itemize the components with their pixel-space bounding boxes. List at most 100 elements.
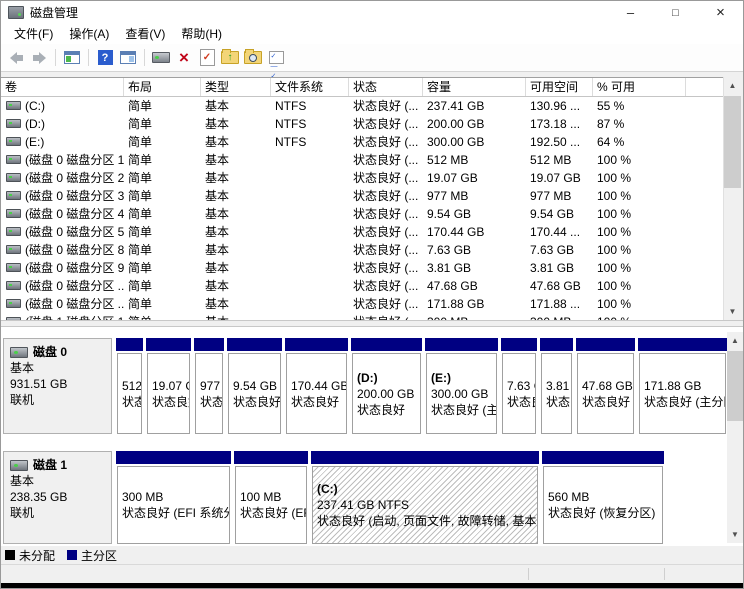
partition[interactable]: 3.81 GB状态良好 (540, 338, 573, 434)
partition-size: 100 MB (240, 489, 306, 505)
cell-name: (磁盘 0 磁盘分区 1) (1, 151, 124, 169)
table-row[interactable]: (磁盘 1 磁盘分区 1)简单基本状态良好 (...300 MB300 MB10… (1, 313, 723, 320)
disk-label-panel[interactable]: 磁盘 1基本238.35 GB联机 (3, 451, 112, 544)
partition-type-band (576, 338, 635, 351)
disk-type: 基本 (10, 473, 105, 489)
drive-icon[interactable] (151, 48, 171, 68)
scrollbar-thumb[interactable] (724, 96, 741, 188)
menu-item-3[interactable]: 帮助(H) (173, 24, 230, 44)
partition-size: 200.00 GB (357, 386, 420, 402)
partition[interactable]: 100 MB状态良好 (EFI 系统分区) (234, 451, 308, 544)
disk-label-panel[interactable]: 磁盘 0基本931.51 GB联机 (3, 338, 112, 434)
scroll-down-icon[interactable]: ▼ (724, 303, 741, 320)
column-header-layout[interactable]: 布局 (124, 78, 201, 96)
column-header-capacity[interactable]: 容量 (423, 78, 526, 96)
console-tree-icon[interactable] (62, 48, 82, 68)
maximize-button[interactable]: □ (653, 1, 698, 24)
table-row[interactable]: (磁盘 0 磁盘分区 8)简单基本状态良好 (...7.63 GB7.63 GB… (1, 241, 723, 259)
toolbar-separator (144, 49, 145, 66)
partition[interactable]: 170.44 GB状态良好 (285, 338, 348, 434)
partition[interactable]: (E:)300.00 GB状态良好 (主分区) (425, 338, 498, 434)
volume-table: (C:)简单基本NTFS状态良好 (...237.41 GB130.96 ...… (1, 97, 723, 320)
column-header-type[interactable]: 类型 (201, 78, 271, 96)
partition-type-band (311, 451, 539, 464)
scrollbar-track[interactable] (724, 94, 741, 303)
cell-status: 状态良好 (... (349, 223, 423, 241)
folder-explore-icon[interactable] (243, 48, 263, 68)
cell-layout: 简单 (124, 133, 201, 151)
table-row[interactable]: (磁盘 0 磁盘分区 3)简单基本状态良好 (...977 MB977 MB10… (1, 187, 723, 205)
cell-type: 基本 (201, 223, 271, 241)
partition[interactable]: 47.68 GB状态良好 (576, 338, 635, 434)
cell-layout: 简单 (124, 151, 201, 169)
window-title: 磁盘管理 (30, 4, 78, 21)
table-row[interactable]: (磁盘 0 磁盘分区 9)简单基本状态良好 (...3.81 GB3.81 GB… (1, 259, 723, 277)
cell-free: 300 MB (526, 313, 593, 320)
cell-pct: 100 % (593, 169, 686, 187)
partition[interactable]: (D:)200.00 GB状态良好 (351, 338, 422, 434)
toolbar: ? × ✓ ↑ ✓—✓— (1, 44, 743, 72)
partition[interactable]: 171.88 GB状态良好 (主分区) (638, 338, 727, 434)
menu-item-2[interactable]: 查看(V) (117, 24, 173, 44)
disk-size: 238.35 GB (10, 489, 105, 505)
cell-pct: 100 % (593, 223, 686, 241)
view-checklist-icon[interactable]: ✓—✓— (266, 48, 286, 68)
partition[interactable]: 19.07 GB状态良好 (146, 338, 191, 434)
table-row[interactable]: (磁盘 0 磁盘分区 2)简单基本状态良好 (...19.07 GB19.07 … (1, 169, 723, 187)
column-header-free[interactable]: 可用空间 (526, 78, 593, 96)
partition-status: 状态良好 (507, 394, 535, 410)
scroll-up-icon[interactable]: ▲ (724, 77, 741, 94)
table-row[interactable]: (磁盘 0 磁盘分区 ...简单基本状态良好 (...171.88 GB171.… (1, 295, 723, 313)
column-header-pct[interactable]: % 可用 (593, 78, 686, 96)
column-header-name[interactable]: 卷 (1, 78, 124, 96)
properties-check-icon[interactable]: ✓ (197, 48, 217, 68)
partition[interactable]: 977 MB状态良好 (194, 338, 224, 434)
menu-item-1[interactable]: 操作(A) (61, 24, 117, 44)
partition[interactable]: (C:)237.41 GB NTFS状态良好 (启动, 页面文件, 故障转储, … (311, 451, 539, 544)
status-divider (528, 568, 529, 580)
pane-splitter[interactable] (1, 320, 743, 327)
cell-pct: 100 % (593, 295, 686, 313)
disk-management-window: 磁盘管理 – □ × 文件(F)操作(A)查看(V)帮助(H) ? × ✓ ↑ … (0, 0, 744, 589)
cell-name: (磁盘 1 磁盘分区 1) (1, 313, 124, 320)
partition[interactable]: 300 MB状态良好 (EFI 系统分区) (116, 451, 231, 544)
table-row[interactable]: (磁盘 0 磁盘分区 4)简单基本状态良好 (...9.54 GB9.54 GB… (1, 205, 723, 223)
disk-icon (10, 347, 28, 358)
table-row[interactable]: (磁盘 0 磁盘分区 5)简单基本状态良好 (...170.44 GB170.4… (1, 223, 723, 241)
legend-item-0: 未分配 (5, 547, 55, 564)
cell-fs (271, 259, 349, 277)
back-icon[interactable] (6, 48, 26, 68)
scroll-down-icon[interactable]: ▼ (727, 526, 743, 543)
column-header-status[interactable]: 状态 (349, 78, 423, 96)
cell-status: 状态良好 (... (349, 133, 423, 151)
table-row[interactable]: (磁盘 0 磁盘分区 1)简单基本状态良好 (...512 MB512 MB10… (1, 151, 723, 169)
volume-table-scrollbar[interactable]: ▲ ▼ (723, 77, 741, 320)
disk-name: 磁盘 1 (33, 457, 67, 473)
cell-fs: NTFS (271, 97, 349, 115)
table-row[interactable]: (C:)简单基本NTFS状态良好 (...237.41 GB130.96 ...… (1, 97, 723, 115)
minimize-button[interactable]: – (608, 1, 653, 24)
forward-icon[interactable] (29, 48, 49, 68)
action-pane-icon[interactable] (118, 48, 138, 68)
cell-layout: 简单 (124, 115, 201, 133)
delete-icon[interactable]: × (174, 48, 194, 68)
table-row[interactable]: (E:)简单基本NTFS状态良好 (...300.00 GB192.50 ...… (1, 133, 723, 151)
disk-status: 联机 (10, 505, 105, 521)
help-icon[interactable]: ? (95, 48, 115, 68)
partition[interactable]: 9.54 GB状态良好 (227, 338, 282, 434)
volume-name: (磁盘 0 磁盘分区 ... (25, 279, 124, 293)
legend-swatch (5, 550, 15, 560)
partition[interactable]: 7.63 GB状态良好 (501, 338, 537, 434)
partition[interactable]: 560 MB状态良好 (恢复分区) (542, 451, 664, 544)
partition-status: 状态良好 (291, 394, 346, 410)
table-row[interactable]: (D:)简单基本NTFS状态良好 (...200.00 GB173.18 ...… (1, 115, 723, 133)
volume-drive-icon (6, 281, 21, 290)
folder-open-up-icon[interactable]: ↑ (220, 48, 240, 68)
table-row[interactable]: (磁盘 0 磁盘分区 ...简单基本状态良好 (...47.68 GB47.68… (1, 277, 723, 295)
close-button[interactable]: × (698, 1, 743, 24)
volume-name: (磁盘 0 磁盘分区 9) (25, 261, 124, 275)
menu-item-0[interactable]: 文件(F) (6, 24, 61, 44)
partition[interactable]: 512 MB状态良好 (116, 338, 143, 434)
cell-type: 基本 (201, 241, 271, 259)
column-header-fs[interactable]: 文件系统 (271, 78, 349, 96)
